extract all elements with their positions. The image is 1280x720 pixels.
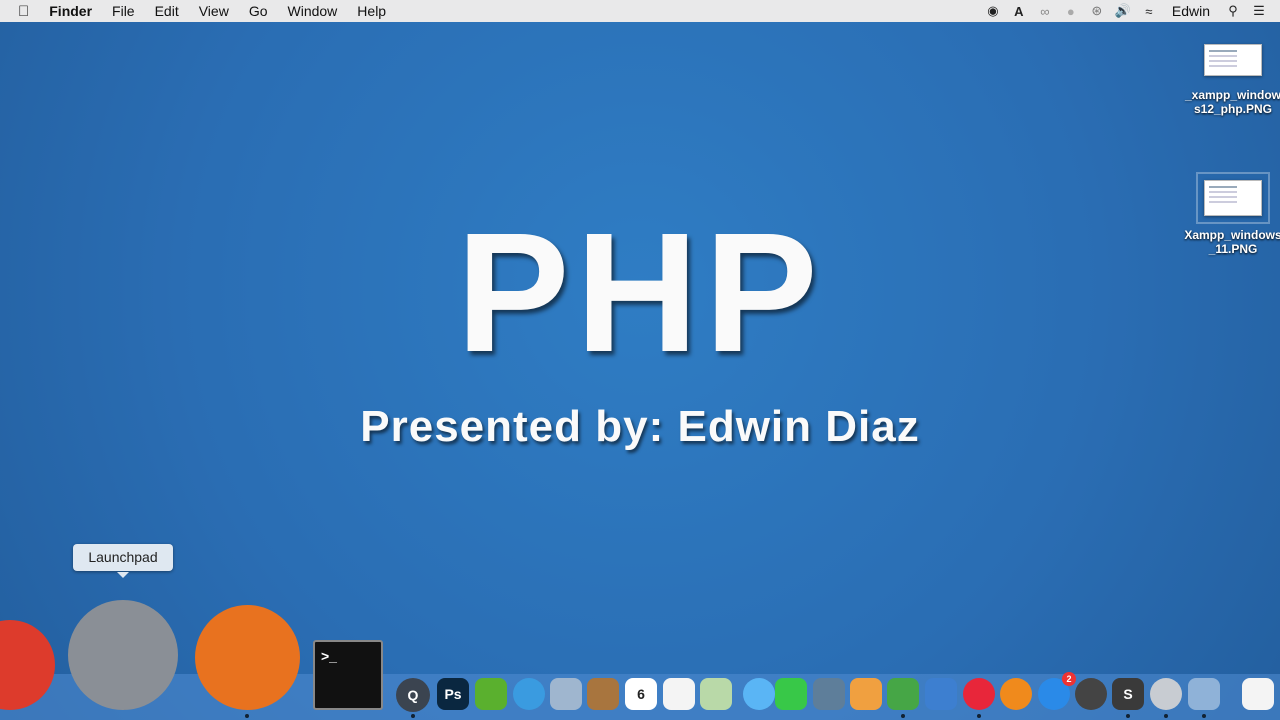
dock-tooltip: Launchpad bbox=[73, 544, 173, 578]
dock-maps-icon[interactable] bbox=[700, 678, 732, 710]
dock-reminders-icon[interactable] bbox=[663, 678, 695, 710]
dock-facetime-icon[interactable] bbox=[775, 678, 807, 710]
dock-icon-label: Q bbox=[407, 687, 419, 703]
image-thumbnail-icon bbox=[1196, 172, 1270, 224]
volume-icon[interactable]: 🔊 bbox=[1110, 3, 1136, 19]
dock-iphoto-icon[interactable] bbox=[813, 678, 845, 710]
user-name[interactable]: Edwin bbox=[1162, 3, 1220, 19]
dock-firefox-icon[interactable] bbox=[194, 605, 300, 710]
notification-icon[interactable]: ● bbox=[1058, 4, 1084, 19]
dock-itunes-icon[interactable] bbox=[963, 678, 995, 710]
menu-view[interactable]: View bbox=[189, 3, 239, 19]
dock-badge: 2 bbox=[1062, 672, 1076, 686]
menu-go[interactable]: Go bbox=[239, 3, 278, 19]
running-indicator bbox=[1126, 714, 1130, 718]
dock-icon-label: Ps bbox=[444, 686, 462, 702]
menu-file[interactable]: File bbox=[102, 3, 145, 19]
menu-edit[interactable]: Edit bbox=[145, 3, 189, 19]
dock-mail-icon[interactable] bbox=[550, 678, 582, 710]
dock-ibooks-icon[interactable] bbox=[1000, 678, 1032, 710]
dock-icon-label: 6 bbox=[637, 686, 645, 702]
dock-keynote-icon[interactable] bbox=[925, 678, 957, 710]
presentation-subtitle: Presented by: Edwin Diaz bbox=[360, 402, 920, 451]
dock-activity-gear-icon[interactable] bbox=[1075, 678, 1107, 710]
creative-cloud-icon[interactable]: ∞ bbox=[1032, 4, 1058, 19]
dock-pages-icon[interactable] bbox=[850, 678, 882, 710]
wifi-icon[interactable]: ≈ bbox=[1136, 4, 1162, 19]
menu-window[interactable]: Window bbox=[278, 3, 348, 19]
desktop-file[interactable]: _xampp_windows12_php.PNG bbox=[1183, 44, 1280, 116]
menu-help[interactable]: Help bbox=[347, 3, 396, 19]
image-thumbnail-icon bbox=[1204, 44, 1262, 76]
dock-numbers-icon[interactable] bbox=[887, 678, 919, 710]
dock-calendar-icon[interactable]: 6 bbox=[625, 678, 657, 710]
running-indicator bbox=[1202, 714, 1206, 718]
dock-launchpad-icon[interactable] bbox=[68, 600, 178, 710]
running-indicator bbox=[901, 714, 905, 718]
dock-documents-icon[interactable] bbox=[1242, 678, 1274, 710]
spotlight-search-icon[interactable]: ⚲ bbox=[1220, 3, 1246, 19]
running-indicator bbox=[245, 714, 249, 718]
dock-safari-icon[interactable] bbox=[513, 678, 545, 710]
bluetooth-icon[interactable]: ⊛ bbox=[1084, 3, 1110, 19]
dock-system-preferences-icon[interactable] bbox=[1150, 678, 1182, 710]
presentation-title: PHP bbox=[456, 198, 824, 388]
dock-icon-label: >_ bbox=[321, 648, 337, 664]
dock-terminal-icon[interactable]: >_ bbox=[313, 640, 383, 710]
dock-leaf-icon[interactable] bbox=[475, 678, 507, 710]
dock-photoshop-icon[interactable]: Ps bbox=[437, 678, 469, 710]
record-icon[interactable]: ◉ bbox=[980, 3, 1006, 19]
dock-preview-icon[interactable] bbox=[1188, 678, 1220, 710]
file-name: Xampp_windows_11.PNG bbox=[1184, 228, 1280, 256]
desktop-file-selected[interactable]: Xampp_windows_11.PNG bbox=[1183, 172, 1280, 256]
running-indicator bbox=[1164, 714, 1168, 718]
running-indicator bbox=[977, 714, 981, 718]
menu-bar:  Finder File Edit View Go Window Help ◉… bbox=[0, 0, 1280, 22]
dock-messages-icon[interactable] bbox=[743, 678, 775, 710]
dock-icon-label: S bbox=[1123, 686, 1133, 702]
notification-center-icon[interactable]: ☰ bbox=[1246, 3, 1272, 19]
apple-menu-icon[interactable]:  bbox=[0, 3, 39, 20]
running-indicator bbox=[411, 714, 415, 718]
file-name: _xampp_windows12_php.PNG bbox=[1184, 88, 1280, 116]
adobe-icon[interactable]: A bbox=[1006, 4, 1032, 19]
dock-quicktime-icon[interactable]: Q bbox=[396, 678, 430, 712]
dock-sublime-text-icon[interactable]: S bbox=[1112, 678, 1144, 710]
menu-finder[interactable]: Finder bbox=[39, 3, 102, 19]
dock-contacts-icon[interactable] bbox=[587, 678, 619, 710]
dock-app-store-icon[interactable]: 2 bbox=[1038, 672, 1076, 710]
